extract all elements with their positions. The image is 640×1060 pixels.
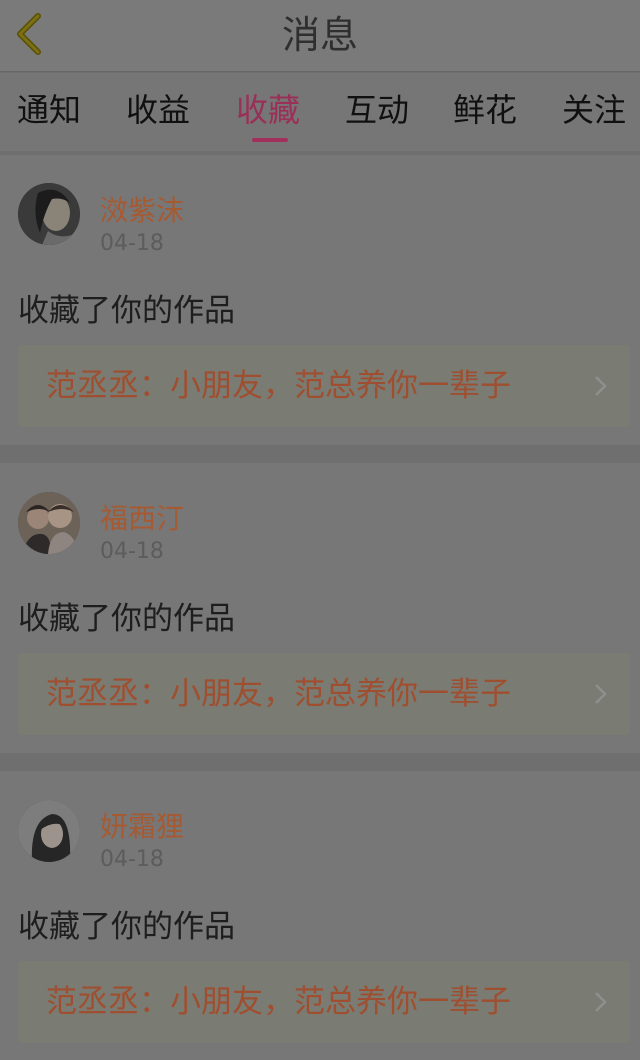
avatar-image [18,183,80,245]
message-card: 福西汀 04-18 收藏了你的作品 范丞丞：小朋友，范总养你一辈子 [0,463,640,753]
tab-earnings[interactable]: 收益 [126,73,190,151]
avatar[interactable] [18,800,80,862]
work-title: 范丞丞：小朋友，范总养你一辈子 [46,368,511,404]
message-date: 04-18 [100,231,164,256]
message-date: 04-18 [100,847,164,872]
work-link[interactable]: 范丞丞：小朋友，范总养你一辈子 [18,653,630,735]
messages-page: 消息 通知 收益 收藏 互动 鲜花 关注 滧紫沫 04-18 收藏了你的作品 范… [0,0,640,1060]
top-bar: 消息 [0,0,640,72]
avatar[interactable] [18,183,80,245]
avatar[interactable] [18,492,80,554]
tab-flowers[interactable]: 鲜花 [453,73,517,151]
chevron-right-icon [595,992,607,1012]
page-title: 消息 [281,13,358,57]
active-tab-indicator [252,138,288,142]
work-link[interactable]: 范丞丞：小朋友，范总养你一辈子 [18,345,630,427]
tab-interactions[interactable]: 互动 [345,73,409,151]
avatar-image [18,492,80,554]
avatar-image [18,800,80,862]
action-text: 收藏了你的作品 [18,601,235,637]
tab-notifications[interactable]: 通知 [17,73,81,151]
chevron-right-icon [595,376,607,396]
tab-bar: 通知 收益 收藏 互动 鲜花 关注 [0,73,640,151]
username[interactable]: 妍霜狸 [100,805,184,845]
action-text: 收藏了你的作品 [18,909,235,945]
work-title: 范丞丞：小朋友，范总养你一辈子 [46,676,511,712]
message-card: 滧紫沫 04-18 收藏了你的作品 范丞丞：小朋友，范总养你一辈子 [0,155,640,445]
tab-follows[interactable]: 关注 [562,73,626,151]
username[interactable]: 滧紫沫 [100,189,184,229]
chevron-right-icon [595,684,607,704]
work-link[interactable]: 范丞丞：小朋友，范总养你一辈子 [18,961,630,1043]
message-date: 04-18 [100,539,164,564]
username[interactable]: 福西汀 [100,497,184,537]
message-card: 妍霜狸 04-18 收藏了你的作品 范丞丞：小朋友，范总养你一辈子 [0,771,640,1060]
action-text: 收藏了你的作品 [18,293,235,329]
work-title: 范丞丞：小朋友，范总养你一辈子 [46,984,511,1020]
